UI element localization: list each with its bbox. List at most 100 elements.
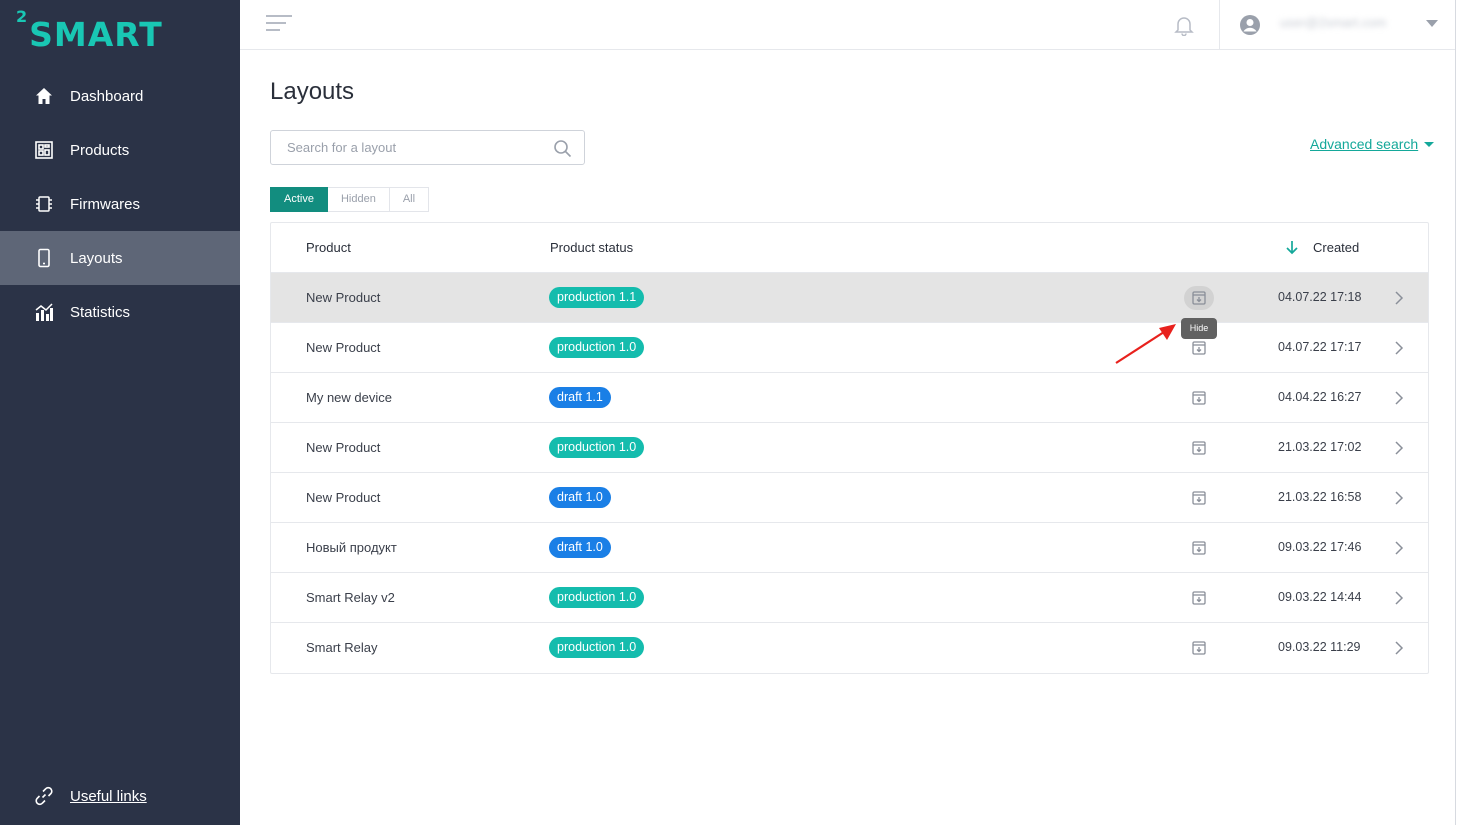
table-row[interactable]: New Product production 1.1 04.07.22 17:18 <box>271 273 1428 323</box>
table-row[interactable]: My new device draft 1.1 04.04.22 16:27 <box>271 373 1428 423</box>
cell-product: Smart Relay v2 <box>306 590 395 605</box>
user-menu-caret-icon[interactable] <box>1426 20 1438 27</box>
status-badge: production 1.1 <box>549 287 645 308</box>
link-icon <box>34 786 54 806</box>
home-icon <box>34 86 54 106</box>
chevron-right-icon[interactable] <box>1393 390 1405 406</box>
status-badge: draft 1.1 <box>549 387 611 408</box>
column-header-created[interactable]: Created <box>1313 240 1359 255</box>
bell-icon[interactable] <box>1173 14 1195 36</box>
status-badge: production 1.0 <box>549 437 645 458</box>
sidebar-item-layouts[interactable]: Layouts <box>0 231 240 285</box>
hide-button[interactable] <box>1184 286 1214 310</box>
chip-icon <box>34 194 54 214</box>
advanced-search-label: Advanced search <box>1310 136 1419 152</box>
column-header-product[interactable]: Product <box>306 240 351 255</box>
table-row[interactable]: New Product draft 1.0 21.03.22 16:58 <box>271 473 1428 523</box>
table-row[interactable]: New Product production 1.0 04.07.22 17:17 <box>271 323 1428 373</box>
sidebar: 2SMART Dashboard Products Firmwares Layo… <box>0 0 240 825</box>
filter-tabs: Active Hidden All <box>270 187 430 212</box>
chevron-right-icon[interactable] <box>1393 490 1405 506</box>
cell-created: 21.03.22 17:02 <box>1278 440 1362 454</box>
search-box <box>270 130 585 165</box>
sidebar-item-products[interactable]: Products <box>0 123 240 177</box>
chevron-right-icon[interactable] <box>1393 540 1405 556</box>
archive-icon <box>1192 491 1206 505</box>
chevron-right-icon[interactable] <box>1393 440 1405 456</box>
cell-product: Новый продукт <box>306 540 397 555</box>
cell-created: 09.03.22 17:46 <box>1278 540 1362 554</box>
tab-hidden[interactable]: Hidden <box>327 187 390 212</box>
sidebar-item-label: Dashboard <box>70 87 144 105</box>
sort-arrow-down-icon[interactable] <box>1284 239 1300 255</box>
chevron-right-icon[interactable] <box>1393 290 1405 306</box>
status-badge: draft 1.0 <box>549 537 611 558</box>
logo-superscript: 2 <box>16 7 29 26</box>
table-body: New Product production 1.1 04.07.22 17:18 N… <box>271 273 1428 673</box>
menu-toggle-icon[interactable] <box>266 15 294 35</box>
cell-product: New Product <box>306 440 381 455</box>
archive-icon <box>1192 391 1206 405</box>
search-input[interactable] <box>287 132 557 163</box>
cell-product: My new device <box>306 390 392 405</box>
status-badge: production 1.0 <box>549 587 645 608</box>
tab-active[interactable]: Active <box>270 187 328 212</box>
archive-icon <box>1192 641 1206 655</box>
status-badge: production 1.0 <box>549 637 645 658</box>
sidebar-item-firmwares[interactable]: Firmwares <box>0 177 240 231</box>
cell-product: New Product <box>306 340 381 355</box>
cell-product: New Product <box>306 290 381 305</box>
sidebar-item-label: Products <box>70 141 130 159</box>
sidebar-item-dashboard[interactable]: Dashboard <box>0 69 240 123</box>
tab-all[interactable]: All <box>389 187 430 212</box>
table-row[interactable]: Smart Relay production 1.0 09.03.22 11:29 <box>271 623 1428 673</box>
cell-created: 21.03.22 16:58 <box>1278 490 1362 504</box>
hide-button[interactable] <box>1184 486 1214 510</box>
user-name[interactable]: user@2smart.com <box>1280 14 1390 32</box>
hide-button[interactable] <box>1184 386 1214 410</box>
user-avatar-icon[interactable] <box>1238 13 1262 37</box>
hide-tooltip: Hide <box>1181 318 1217 339</box>
hide-button[interactable] <box>1184 436 1214 460</box>
cell-product: New Product <box>306 490 381 505</box>
sidebar-item-label: Layouts <box>70 249 123 267</box>
advanced-search-link[interactable]: Advanced search <box>1310 136 1435 152</box>
cell-product: Smart Relay <box>306 640 378 655</box>
top-bar: user@2smart.com <box>240 0 1455 50</box>
sidebar-item-label: Statistics <box>70 303 131 321</box>
chevron-right-icon[interactable] <box>1393 640 1405 656</box>
chevron-right-icon[interactable] <box>1393 340 1405 356</box>
cell-created: 04.07.22 17:17 <box>1278 340 1362 354</box>
hide-button[interactable] <box>1184 586 1214 610</box>
hide-button[interactable] <box>1184 336 1214 360</box>
sidebar-item-label: Firmwares <box>70 195 140 213</box>
archive-icon <box>1192 541 1206 555</box>
cell-created: 04.07.22 17:18 <box>1278 290 1362 304</box>
chevron-right-icon[interactable] <box>1393 590 1405 606</box>
useful-links-label: Useful links <box>70 787 147 805</box>
products-icon <box>34 140 54 160</box>
status-badge: production 1.0 <box>549 337 645 358</box>
annotation-arrow <box>1115 324 1176 364</box>
table-row[interactable]: New Product production 1.0 21.03.22 17:02 <box>271 423 1428 473</box>
hide-button[interactable] <box>1184 636 1214 660</box>
table-row[interactable]: Smart Relay v2 production 1.0 09.03.22 14:… <box>271 573 1428 623</box>
archive-icon <box>1192 591 1206 605</box>
hide-button[interactable] <box>1184 536 1214 560</box>
cell-created: 09.03.22 14:44 <box>1278 590 1362 604</box>
sidebar-nav: Dashboard Products Firmwares Layouts Sta… <box>0 69 240 339</box>
cell-created: 04.04.22 16:27 <box>1278 390 1362 404</box>
logo-text: SMART <box>29 15 163 54</box>
layouts-table: Product Product status Created New Produ… <box>270 222 1429 674</box>
window-edge <box>1455 0 1456 825</box>
phone-icon <box>34 248 54 268</box>
archive-icon <box>1192 341 1206 355</box>
useful-links[interactable]: Useful links <box>34 786 147 806</box>
status-badge: draft 1.0 <box>549 487 611 508</box>
topbar-divider <box>1219 0 1220 50</box>
table-row[interactable]: Новый продукт draft 1.0 09.03.22 17:46 <box>271 523 1428 573</box>
column-header-status[interactable]: Product status <box>550 240 633 255</box>
search-icon[interactable] <box>553 139 572 158</box>
logo[interactable]: 2SMART <box>16 7 163 52</box>
sidebar-item-statistics[interactable]: Statistics <box>0 285 240 339</box>
